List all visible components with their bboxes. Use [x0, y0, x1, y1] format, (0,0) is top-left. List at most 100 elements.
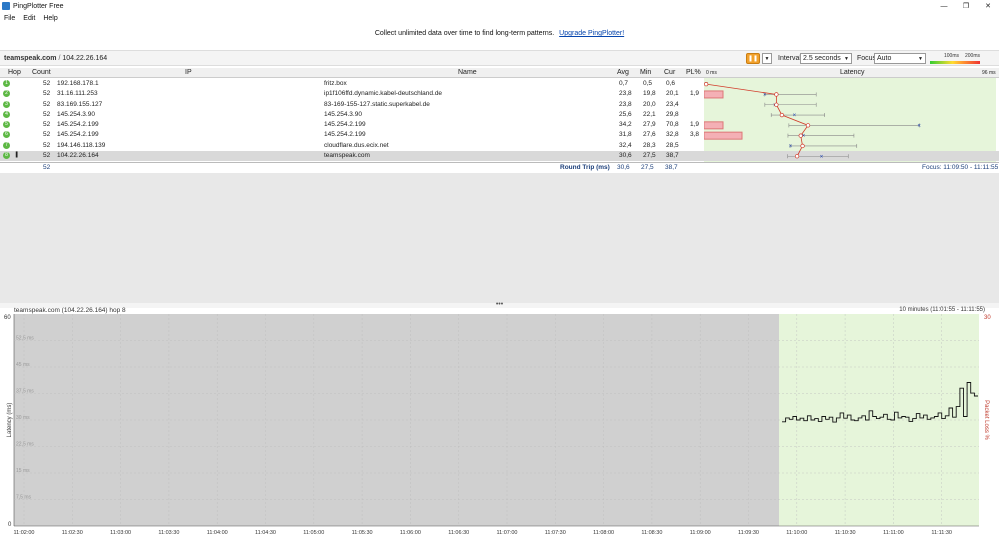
hop-count: 52 — [43, 80, 51, 87]
grid-label: 30 ms — [16, 415, 30, 421]
hop-avg: 23,8 — [619, 90, 632, 98]
time-tick-label: 11:04:30 — [255, 530, 276, 536]
col-name[interactable]: Name — [458, 69, 477, 76]
summary-count: 52 — [43, 164, 51, 171]
hop-cur: 28,5 — [666, 141, 679, 149]
hop-ip: 145.254.2.199 — [57, 121, 99, 129]
focus-select[interactable]: Auto ▼ — [874, 53, 926, 64]
hop-count: 52 — [43, 90, 51, 98]
time-tick-label: 11:02:30 — [62, 530, 83, 536]
summary-avg: 30,6 — [617, 164, 630, 171]
hop-min: 19,8 — [643, 90, 656, 98]
hop-count: 52 — [43, 131, 51, 139]
hop-cur: 0,6 — [666, 80, 676, 87]
time-tick-label: 11:09:00 — [690, 530, 711, 536]
menu-edit[interactable]: Edit — [19, 15, 39, 22]
y-min-label: 0 — [8, 522, 12, 528]
app-icon — [2, 2, 10, 10]
hop-ip: 83.169.155.127 — [57, 100, 103, 108]
hop-number-badge: 6 — [3, 131, 10, 139]
time-tick-label: 11:05:00 — [303, 530, 324, 536]
col-avg[interactable]: Avg — [617, 69, 629, 76]
target-label: teamspeak.com / 104.22.26.164 — [4, 55, 107, 62]
col-latency[interactable]: Latency — [840, 69, 865, 76]
hop-cur: 70,8 — [666, 121, 679, 129]
empty-grid-area — [0, 173, 999, 303]
summary-min: 27,5 — [641, 164, 654, 171]
round-trip-summary: 52 Round Trip (ms) 30,6 27,5 38,7 Focus:… — [0, 162, 999, 172]
menu-bar: File Edit Help — [0, 12, 999, 24]
hop-pl: 3,8 — [690, 131, 700, 139]
hop-ip: 104.22.26.164 — [57, 152, 99, 160]
menu-help[interactable]: Help — [39, 15, 61, 22]
pause-icon: ❚❚ — [747, 56, 759, 62]
hop-cur: 23,4 — [666, 100, 679, 108]
pause-button[interactable]: ❚❚ — [746, 53, 760, 64]
interval-value: 2.5 seconds — [803, 55, 841, 62]
hop-avg: 32,4 — [619, 141, 632, 149]
timeline-range-label[interactable]: 10 minutes (11:01:55 - 11:11:55) — [899, 307, 985, 313]
maximize-button[interactable]: ❐ — [955, 0, 977, 12]
col-count[interactable]: Count — [32, 69, 51, 76]
grid-label: 7,5 ms — [16, 495, 32, 501]
hop-name: fritz.box — [324, 80, 347, 87]
history-area — [14, 314, 779, 526]
summary-cur: 38,7 — [665, 164, 678, 171]
hop-number-badge: 5 — [3, 121, 10, 129]
col-cur[interactable]: Cur — [664, 69, 675, 76]
menu-file[interactable]: File — [0, 15, 19, 22]
col-hop[interactable]: Hop — [8, 69, 21, 76]
packet-loss-bar — [704, 90, 724, 99]
legend-low-label: 100ms — [944, 53, 960, 59]
chevron-down-icon: ▼ — [764, 55, 770, 62]
legend-high-label: 200ms — [965, 53, 981, 59]
hop-count: 52 — [43, 110, 51, 118]
hop-cur: 29,8 — [666, 110, 679, 118]
chevron-down-icon: ▼ — [918, 56, 923, 62]
hop-name: cloudflare.dus.ecix.net — [324, 141, 389, 149]
time-tick-label: 11:03:30 — [158, 530, 179, 536]
upgrade-banner: Collect unlimited data over time to find… — [0, 30, 999, 44]
timeline-graph[interactable]: 52,5 ms 45 ms 37,5 ms 30 ms 22,5 ms 15 ms 7,5 … — [0, 314, 999, 541]
col-ip[interactable]: IP — [185, 69, 192, 76]
time-tick-label: 11:06:00 — [400, 530, 421, 536]
summary-label: Round Trip (ms) — [560, 164, 610, 171]
focus-value: Auto — [877, 55, 892, 62]
window-title: PingPlotter Free — [13, 2, 64, 10]
grid-label: 22,5 ms — [16, 442, 34, 448]
hop-count: 52 — [43, 141, 51, 149]
time-tick-label: 11:09:30 — [738, 530, 759, 536]
pane-splitter[interactable]: ••• — [0, 301, 999, 308]
grid-label: 15 ms — [16, 468, 30, 474]
grid-label: 37,5 ms — [16, 389, 34, 395]
avg-latency-point — [805, 123, 811, 128]
hop-ip: 194.146.118.139 — [57, 141, 106, 149]
hop-name: 145.254.3.90 — [324, 110, 362, 118]
time-tick-label: 11:06:30 — [448, 530, 469, 536]
interval-label: Interval — [778, 55, 801, 62]
drag-handle-icon: ••• — [495, 301, 504, 308]
upgrade-link[interactable]: Upgrade PingPlotter! — [559, 30, 624, 37]
close-button[interactable]: ✕ — [977, 0, 999, 12]
avg-latency-point — [794, 154, 800, 159]
col-min[interactable]: Min — [640, 69, 651, 76]
pause-options-dropdown[interactable]: ▼ — [762, 53, 772, 64]
hop-avg: 25,6 — [619, 110, 632, 118]
time-tick-label: 11:08:00 — [593, 530, 614, 536]
hop-count: 52 — [43, 121, 51, 129]
hop-avg: 31,8 — [619, 131, 632, 139]
col-pl[interactable]: PL% — [686, 69, 701, 76]
window-controls: — ❐ ✕ — [933, 0, 999, 12]
avg-latency-point — [798, 133, 803, 138]
minimize-button[interactable]: — — [933, 0, 955, 12]
interval-select[interactable]: 2.5 seconds ▼ — [800, 53, 852, 64]
hop-min: 0,5 — [643, 80, 653, 87]
hop-min: 28,3 — [643, 141, 656, 149]
graph-icon[interactable]: ▐ — [14, 152, 18, 158]
hop-count: 52 — [43, 100, 51, 108]
current-latency-marker: × — [820, 154, 824, 160]
hop-cur: 32,8 — [666, 131, 679, 139]
hop-name: 145.254.2.199 — [324, 131, 366, 139]
hop-number-badge: 2 — [3, 90, 10, 98]
avg-latency-point — [774, 102, 779, 107]
